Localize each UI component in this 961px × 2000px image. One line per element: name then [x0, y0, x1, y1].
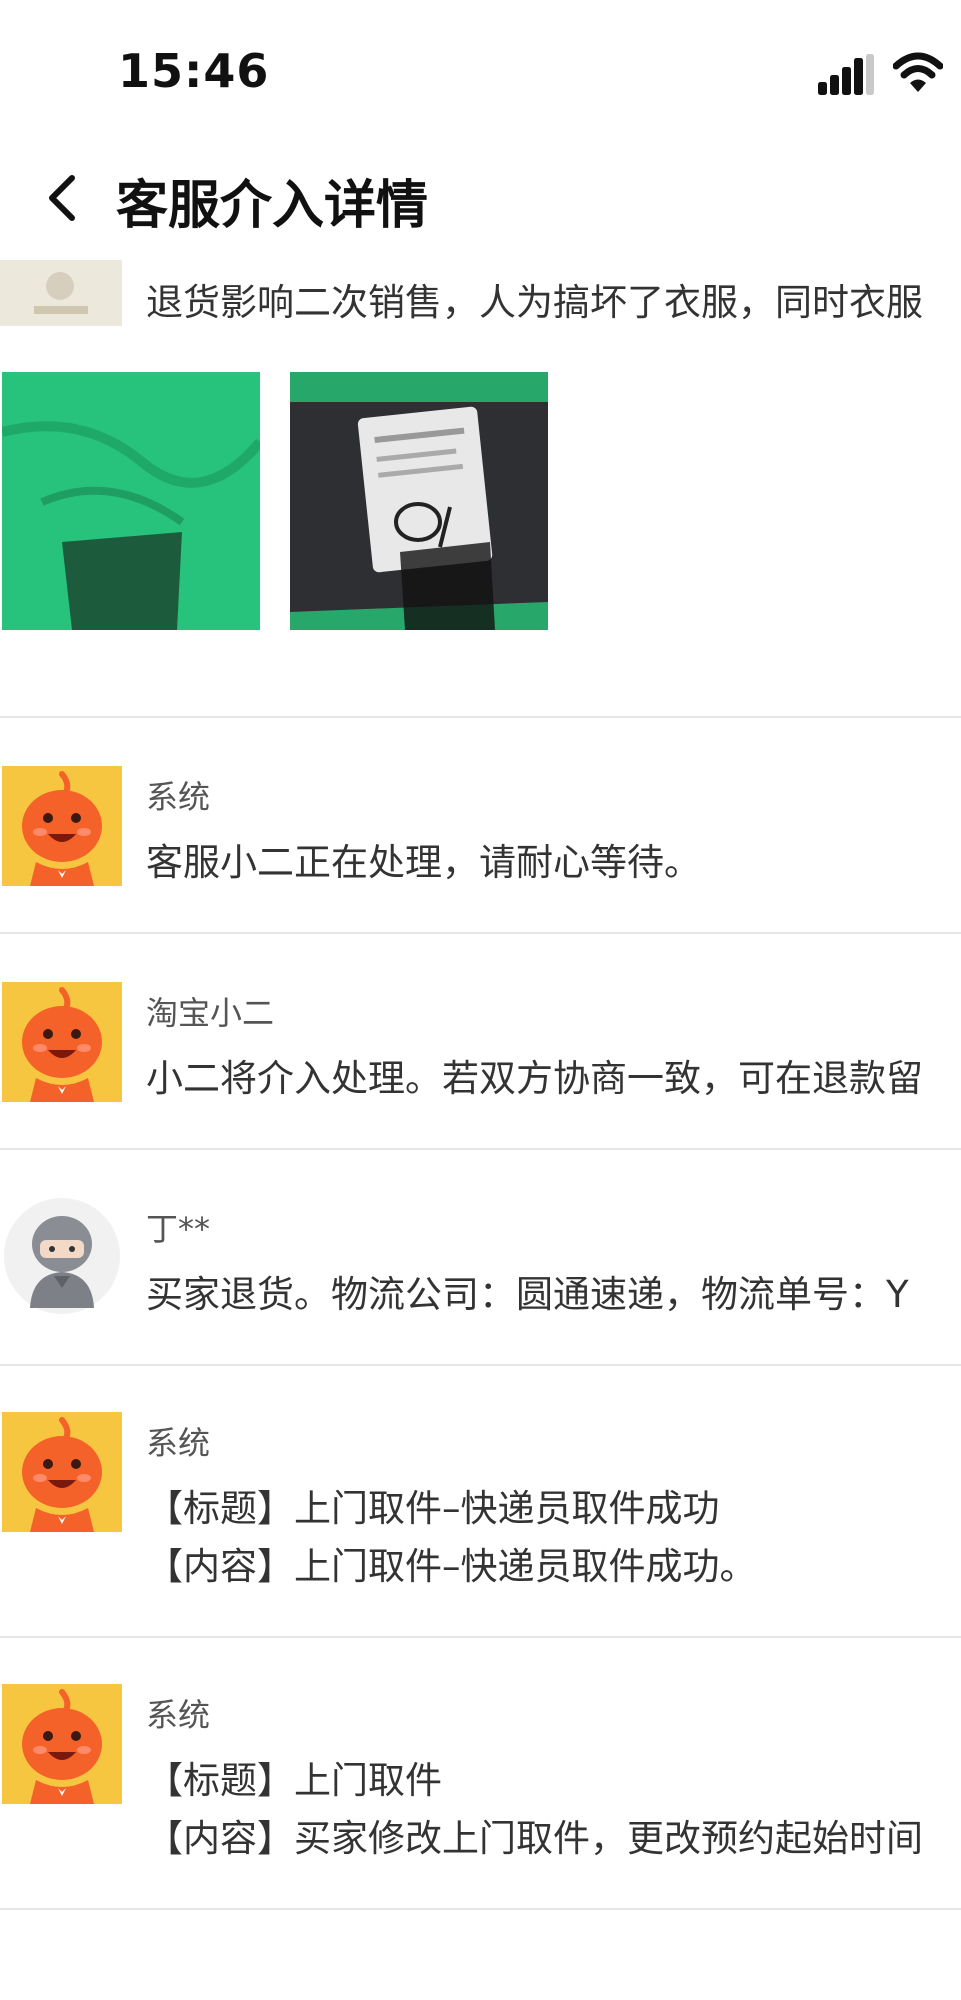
evidence-photo[interactable]: [2, 372, 260, 630]
divider: [0, 716, 961, 718]
divider: [0, 932, 961, 934]
message-text: 客服小二正在处理，请耐心等待。: [146, 841, 701, 884]
message-content-line: 【内容】上门取件–快递员取件成功。: [146, 1545, 757, 1588]
message-text: 小二将介入处理。若双方协商一致，可在退款留: [146, 1057, 923, 1100]
merchant-avatar: [0, 260, 122, 326]
divider: [0, 1636, 961, 1638]
message-list[interactable]: 退货影响二次销售，人为搞坏了衣服，同时衣服 系统 客服小二正在处理，请耐心等待。…: [0, 250, 961, 2000]
taobao-mascot-avatar: [2, 1412, 122, 1532]
message-title-line: 【标题】上门取件: [146, 1759, 442, 1802]
buyer-avatar: [2, 1196, 122, 1316]
message-content-line: 【内容】买家修改上门取件，更改预约起始时间: [146, 1817, 923, 1860]
divider: [0, 1364, 961, 1366]
sender-name: 系统: [146, 1424, 211, 1462]
taobao-mascot-avatar: [2, 982, 122, 1102]
sender-name: 系统: [146, 778, 211, 816]
chevron-left-icon[interactable]: [42, 168, 82, 228]
wifi-icon: [893, 52, 943, 92]
status-time: 15:46: [118, 44, 270, 98]
page-title: 客服介入详情: [116, 176, 429, 236]
sender-name: 丁**: [146, 1210, 211, 1248]
cellular-signal-icon: [818, 54, 874, 95]
sender-name: 系统: [146, 1696, 211, 1734]
status-bar: 15:46: [0, 0, 961, 140]
message-text: 退货影响二次销售，人为搞坏了衣服，同时衣服: [146, 281, 923, 324]
taobao-mascot-avatar: [2, 766, 122, 886]
divider: [0, 1908, 961, 1910]
message-title-line: 【标题】上门取件–快递员取件成功: [146, 1487, 720, 1530]
taobao-mascot-avatar: [2, 1684, 122, 1804]
message-text: 买家退货。物流公司：圆通速递，物流单号：Y: [146, 1273, 909, 1316]
evidence-photo[interactable]: [290, 372, 548, 630]
divider: [0, 1148, 961, 1150]
sender-name: 淘宝小二: [146, 994, 275, 1032]
